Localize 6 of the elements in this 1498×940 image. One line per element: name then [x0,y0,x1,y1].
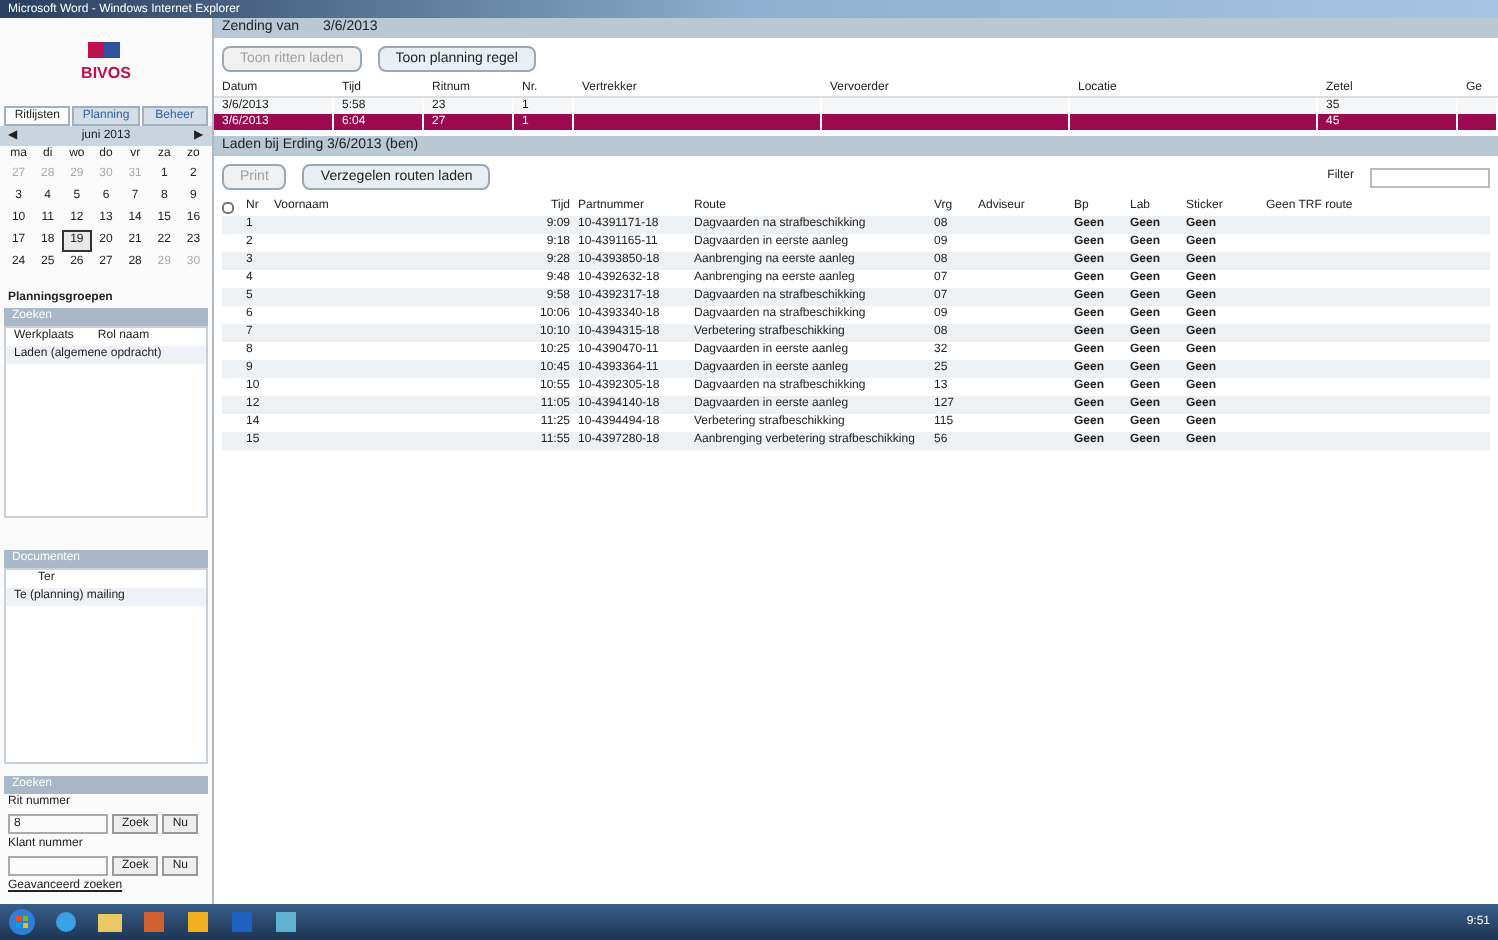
logo-text: BIVOS [81,62,131,86]
folder-icon[interactable] [96,910,124,934]
filter-field[interactable] [1370,167,1490,187]
start-icon[interactable] [8,908,36,936]
input-field[interactable] [8,856,108,876]
select-all-checkbox[interactable] [222,201,234,213]
